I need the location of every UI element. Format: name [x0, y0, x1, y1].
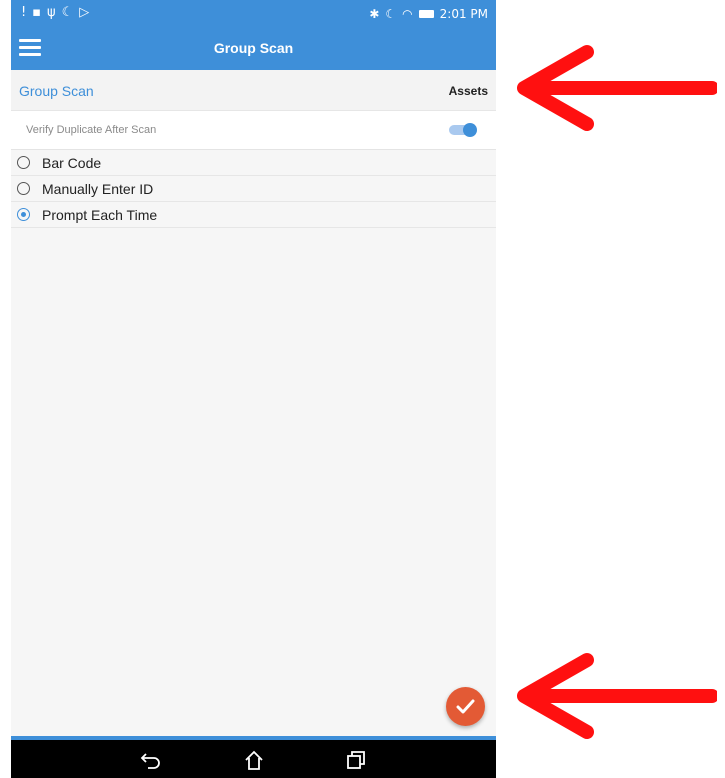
subheader-title: Group Scan [19, 83, 94, 99]
moon-icon: ☾ [385, 7, 397, 21]
status-time: 2:01 PM [439, 7, 488, 21]
radio-button-selected[interactable] [17, 208, 30, 221]
subheader-category: Assets [448, 84, 488, 98]
verify-duplicate-row: Verify Duplicate After Scan [11, 111, 496, 150]
verify-duplicate-toggle[interactable] [449, 123, 477, 137]
confirm-fab-button[interactable] [446, 687, 485, 726]
status-right-icons: ✱ ☾ ◠ 2:01 PM [369, 7, 488, 21]
radio-button[interactable] [17, 156, 30, 169]
verify-duplicate-label: Verify Duplicate After Scan [26, 124, 157, 136]
recent-apps-icon[interactable] [345, 749, 367, 771]
home-icon[interactable] [243, 749, 265, 771]
annotation-arrow-icon [517, 45, 717, 131]
image-icon: ▪ [32, 5, 48, 20]
wifi-icon: ◠ [402, 7, 413, 21]
phone-screen: !▪ψ☾▷ ✱ ☾ ◠ 2:01 PM Group Scan Group Sca… [11, 0, 496, 778]
bluetooth-icon: ✱ [369, 7, 380, 21]
status-bar: !▪ψ☾▷ ✱ ☾ ◠ 2:01 PM [11, 0, 496, 28]
play-store-icon: ▷ [79, 5, 96, 20]
back-icon[interactable] [140, 749, 162, 771]
radio-button[interactable] [17, 182, 30, 195]
battery-icon [418, 10, 434, 18]
scan-method-options: Bar Code Manually Enter ID Prompt Each T… [11, 150, 496, 228]
app-bar: Group Scan [11, 28, 496, 70]
toggle-thumb [463, 123, 477, 137]
option-label: Manually Enter ID [42, 180, 154, 197]
status-left-icons: !▪ψ☾▷ [21, 5, 95, 20]
option-label: Bar Code [42, 154, 102, 171]
app-bar-title: Group Scan [213, 40, 294, 56]
option-label: Prompt Each Time [42, 206, 158, 223]
checkmark-icon [456, 699, 475, 714]
notification-icon: ! [21, 5, 33, 20]
annotation-arrow-icon [517, 653, 717, 739]
option-manually-enter-id[interactable]: Manually Enter ID [11, 176, 496, 202]
usb-icon: ψ [47, 5, 62, 20]
moon-icon: ☾ [61, 5, 80, 20]
navigation-bar [11, 740, 496, 778]
option-bar-code[interactable]: Bar Code [11, 150, 496, 176]
subheader: Group Scan Assets [11, 70, 496, 111]
option-prompt-each-time[interactable]: Prompt Each Time [11, 202, 496, 228]
